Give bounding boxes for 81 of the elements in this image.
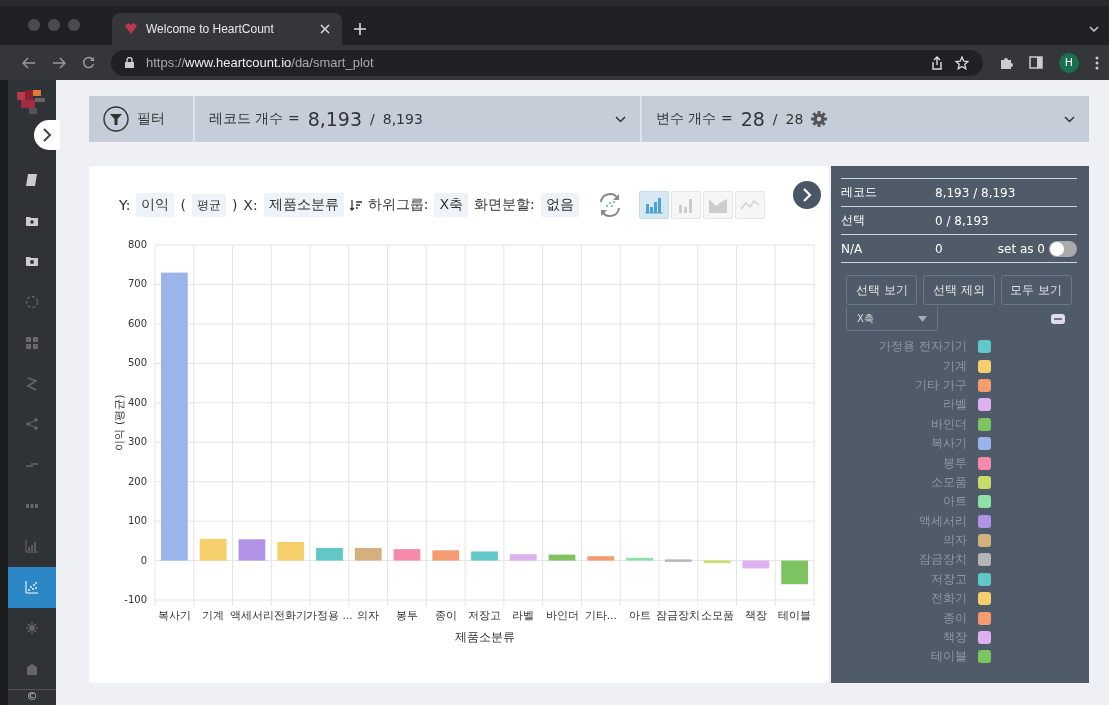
y-tick-label: 600 bbox=[127, 317, 147, 329]
legend-label: 복사기 bbox=[931, 435, 967, 453]
stat-label: N/A bbox=[841, 241, 864, 256]
aggregate-select[interactable]: 평균 bbox=[191, 193, 226, 217]
subgroup-select[interactable]: X축 bbox=[434, 193, 468, 217]
stat-label: 선택 bbox=[841, 212, 866, 229]
stat-value: 0 / 8,193 bbox=[935, 213, 989, 228]
y-tick-label: 100 bbox=[127, 515, 147, 527]
legend-label: 라벨 bbox=[943, 396, 967, 414]
x-tick-label: 잠금장치 bbox=[656, 609, 701, 621]
legend-label: 기계 bbox=[943, 357, 967, 375]
legend-label: 아트 bbox=[943, 493, 967, 511]
y-axis-title: 이익 (평균) bbox=[113, 394, 126, 451]
address-field[interactable]: https://www.heartcount.io/da/smart_plot bbox=[111, 49, 983, 76]
browser-tab[interactable]: Welcome to HeartCount bbox=[112, 13, 342, 45]
record-count-label: 레코드 개수 = bbox=[209, 110, 300, 128]
separator: / bbox=[772, 111, 778, 127]
legend-label: 저장고 bbox=[931, 570, 967, 588]
legend-label: 테이블 bbox=[931, 648, 967, 666]
x-tick-label: 라벨 bbox=[512, 609, 535, 621]
paren: ( bbox=[180, 197, 186, 213]
split-select[interactable]: 없음 bbox=[540, 193, 579, 217]
stat-value: 8,193 / 8,193 bbox=[935, 185, 1016, 200]
y-axis-label: Y: bbox=[119, 197, 131, 213]
legend-label: 액세서리 bbox=[919, 512, 967, 530]
y-tick-label: 700 bbox=[127, 278, 147, 290]
variable-count: 28 bbox=[740, 108, 765, 130]
y-tick-label: 500 bbox=[127, 357, 147, 369]
x-tick-label: 전화기 bbox=[274, 609, 308, 621]
panel-button[interactable]: 모두 보기 bbox=[1000, 275, 1072, 305]
legend-label: 종이 bbox=[943, 609, 967, 627]
x-tick-label: 가정용 ... bbox=[306, 609, 353, 621]
legend-label: 가정용 전자기기 bbox=[879, 338, 967, 356]
x-tick-label: 아트 bbox=[628, 609, 651, 621]
y-tick-label: 0 bbox=[140, 554, 147, 566]
y-tick-label: 300 bbox=[127, 436, 147, 448]
subgroup-label: 하위그룹: bbox=[367, 196, 429, 214]
stat-value: 0 bbox=[935, 241, 943, 256]
stat-label: 레코드 bbox=[841, 184, 878, 201]
legend-label: 봉투 bbox=[943, 454, 967, 472]
legend-label: 책장 bbox=[943, 629, 967, 647]
y-tick-label: 400 bbox=[127, 396, 147, 408]
y-tick-label: 200 bbox=[127, 475, 147, 487]
legend-label: 기타 가구 bbox=[915, 376, 967, 394]
profile-avatar[interactable]: H bbox=[1059, 52, 1079, 73]
legend-label: 의자 bbox=[943, 532, 967, 550]
legend-label: 바인더 bbox=[931, 415, 967, 433]
x-tick-label: 책장 bbox=[744, 609, 767, 621]
variable-count-label: 변수 개수 = bbox=[656, 110, 733, 128]
x-tick-label: 기계 bbox=[202, 609, 225, 621]
x-tick-label: 기타... bbox=[584, 609, 617, 621]
panel-button[interactable]: 선택 제외 bbox=[923, 275, 995, 305]
x-tick-label: 복사기 bbox=[157, 609, 191, 621]
x-axis-label: X: bbox=[243, 197, 258, 213]
y-tick-label: 800 bbox=[127, 239, 147, 250]
x-tick-label: 봉투 bbox=[395, 609, 418, 621]
x-tick-label: 종이 bbox=[434, 609, 457, 621]
split-label: 화면분할: bbox=[474, 196, 535, 214]
x-tick-label: 저장고 bbox=[468, 609, 501, 621]
legend-label: 소모품 bbox=[931, 473, 967, 491]
x-tick-label: 바인더 bbox=[545, 609, 579, 621]
legend-label: 전화기 bbox=[931, 590, 967, 608]
x-variable-select[interactable]: 제품소분류 bbox=[263, 193, 344, 217]
x-axis-title: 제품소분류 bbox=[454, 630, 515, 644]
x-tick-label: 소모품 bbox=[700, 609, 734, 621]
record-count: 8,193 bbox=[307, 108, 363, 130]
paren: ) bbox=[231, 197, 238, 213]
variable-total: 28 bbox=[785, 111, 804, 127]
y-variable-select[interactable]: 이익 bbox=[136, 193, 175, 217]
group-select[interactable]: X축 bbox=[846, 307, 938, 331]
x-tick-label: 액세서리 bbox=[229, 609, 274, 621]
x-tick-label: 의자 bbox=[357, 609, 380, 621]
record-total: 8,193 bbox=[382, 111, 423, 127]
x-tick-label: 테이블 bbox=[778, 609, 812, 621]
separator: / bbox=[370, 111, 375, 127]
panel-button[interactable]: 선택 보기 bbox=[846, 275, 918, 305]
legend-label: 잠금장치 bbox=[919, 551, 967, 569]
filter-label[interactable]: 필터 bbox=[137, 110, 165, 128]
tab-title: Welcome to HeartCount bbox=[146, 22, 275, 36]
y-tick-label: -100 bbox=[124, 594, 147, 605]
set-as-zero-label: set as 0 bbox=[997, 241, 1045, 256]
